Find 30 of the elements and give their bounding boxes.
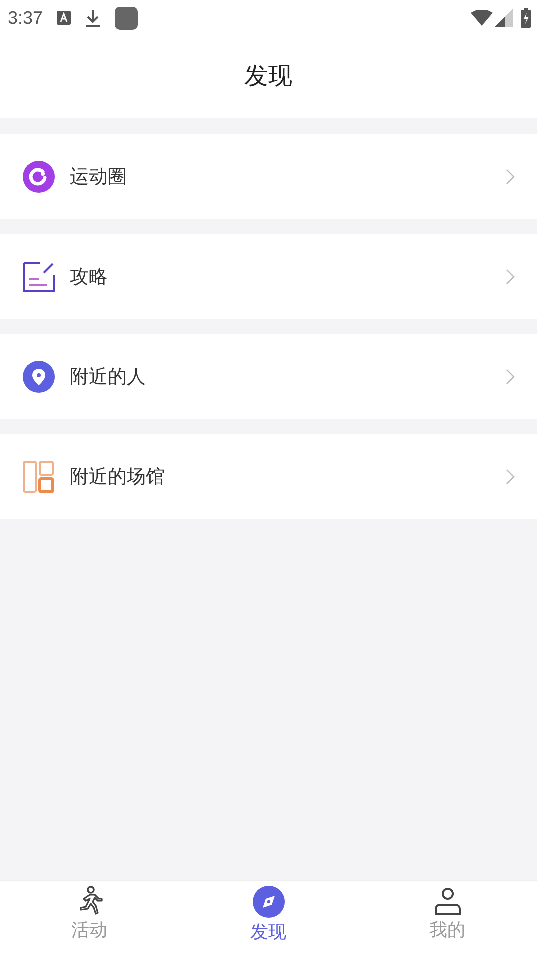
- keyboard-notification-icon: [57, 11, 72, 25]
- tab-label: 活动: [72, 919, 108, 942]
- menu-label: 附近的场馆: [70, 464, 166, 490]
- battery-icon: [521, 8, 531, 28]
- page-title: 发现: [244, 61, 292, 92]
- layout-icon: [22, 460, 56, 494]
- download-icon: [85, 9, 102, 27]
- compass-icon: [252, 886, 284, 918]
- chevron-right-icon: [506, 168, 515, 184]
- circle-icon: [22, 160, 56, 194]
- menu-item[interactable]: 附近的场馆: [0, 434, 537, 519]
- menu-item[interactable]: 攻略: [0, 234, 537, 319]
- chevron-right-icon: [506, 368, 515, 384]
- wifi-icon: [471, 10, 493, 26]
- nav-tab[interactable]: 发现: [179, 881, 358, 956]
- menu-label: 攻略: [70, 264, 109, 290]
- tab-label: 发现: [250, 921, 286, 944]
- tab-label: 我的: [430, 919, 466, 942]
- square-icon: [115, 6, 138, 30]
- menu-label: 运动圈: [70, 164, 128, 190]
- location-icon: [22, 360, 56, 394]
- status-time: 3:37: [8, 8, 44, 28]
- chevron-right-icon: [506, 468, 515, 484]
- menu-item[interactable]: 附近的人: [0, 334, 537, 419]
- menu-label: 附近的人: [70, 364, 147, 390]
- note-icon: [22, 260, 56, 294]
- chevron-right-icon: [506, 268, 515, 284]
- person-icon: [432, 886, 462, 916]
- menu-item[interactable]: 运动圈: [0, 134, 537, 219]
- signal-icon: [495, 9, 513, 27]
